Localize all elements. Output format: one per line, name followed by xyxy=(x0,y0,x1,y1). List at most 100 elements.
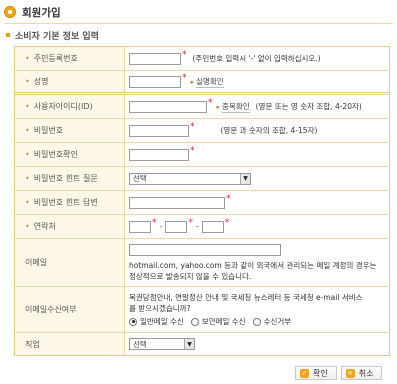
rrn-hint: (주민번호 입력시 '-' 없이 입력하십시오.) xyxy=(192,54,321,63)
name-label-text: 성명 xyxy=(33,77,49,86)
email-subscribe-options: 일반메일 수신 보안메일 수신 수신거부 xyxy=(129,316,298,327)
row-user-id: • 사용자아이디(ID) * ▸ 중복확인 (영문 또는 영 숫자 조합, 4-20… xyxy=(15,95,389,119)
radio-general-mail-label: 일반메일 수신 xyxy=(140,317,184,326)
password-confirm-input[interactable] xyxy=(129,148,189,161)
name-input[interactable] xyxy=(129,75,181,88)
row-password-confirm: • 비밀번호확인 * xyxy=(15,143,389,167)
password-input[interactable] xyxy=(129,124,189,137)
phone-input-3[interactable] xyxy=(201,220,224,233)
job-select[interactable]: 선택 ▼ xyxy=(129,338,195,350)
hint-question-selected: 선택 xyxy=(133,174,147,183)
label-bullet: • xyxy=(25,222,30,231)
radio-general-mail[interactable]: 일반메일 수신 xyxy=(129,316,184,327)
hint-answer-label-text: 비밀번호 힌트 답변 xyxy=(33,198,98,207)
required-mark: * xyxy=(152,217,157,228)
email-note-line1: hotmail.com, yahoo.com 등과 같이 외국에서 관리되는 메… xyxy=(129,260,377,270)
row-email-subscribe: 이메일수신여부 복권당첨안내, 연말정산 안내 및 국세청 뉴스레터 등 국세청… xyxy=(15,287,389,333)
row-phone: • 연락처 * - * - * xyxy=(15,215,389,239)
password-label-text: 비밀번호 xyxy=(33,126,64,135)
check-icon: ✓ xyxy=(300,368,309,378)
user-id-hint: (영문 또는 영 숫자 조합, 4-20자) xyxy=(255,102,362,111)
name-label: • 성명 xyxy=(15,71,125,92)
required-mark: * xyxy=(224,217,230,228)
rrn-label: • 주민등록번호 xyxy=(15,47,125,70)
page-title: 회원가입 xyxy=(22,6,61,19)
circle-bullet-icon xyxy=(4,6,16,18)
required-mark: * xyxy=(182,72,187,83)
email-subscribe-label-text: 이메일수신여부 xyxy=(25,305,77,314)
required-mark: * xyxy=(182,49,187,60)
radio-secure-mail[interactable]: 보안메일 수신 xyxy=(190,316,246,327)
email-label: 이메일 xyxy=(15,239,125,286)
email-subscribe-label: 이메일수신여부 xyxy=(15,287,125,332)
form-actions: ✓ 확인 × 취소 xyxy=(295,366,386,380)
row-hint-answer: • 비밀번호 힌트 답변 * xyxy=(15,191,389,215)
password-hint: (영문 과 숫자의 조합, 4-15자) xyxy=(220,126,318,135)
rrn-input[interactable] xyxy=(129,52,181,65)
confirm-button[interactable]: ✓ 확인 xyxy=(295,366,337,380)
rrn-label-text: 주민등록번호 xyxy=(33,54,78,63)
password-label: • 비밀번호 xyxy=(15,119,125,142)
signup-form: • 주민등록번호 * (주민번호 입력시 '-' 없이 입력하십시오.) • 성명 … xyxy=(14,46,390,356)
square-bullet-icon xyxy=(6,33,10,37)
row-hint-question: • 비밀번호 힌트 질문 선택 ▼ xyxy=(15,167,389,191)
check-duplicate-button-label: 중복확인 xyxy=(222,101,250,113)
user-id-label: • 사용자아이디(ID) xyxy=(15,95,125,118)
hint-answer-input[interactable] xyxy=(129,196,225,209)
row-password: • 비밀번호 * (영문 과 숫자의 조합, 4-15자) xyxy=(15,119,389,143)
required-mark: * xyxy=(190,145,195,156)
row-email: 이메일 hotmail.com, yahoo.com 등과 같이 외국에서 관리… xyxy=(15,239,389,287)
user-id-label-text: 사용자아이디(ID) xyxy=(33,102,93,111)
email-subscribe-note-line2: 를 받으시겠습니까? xyxy=(129,304,191,313)
label-bullet: • xyxy=(25,54,30,63)
password-confirm-label: • 비밀번호확인 xyxy=(15,143,125,166)
hint-question-label-text: 비밀번호 힌트 질문 xyxy=(33,174,98,183)
radio-secure-mail-label: 보안메일 수신 xyxy=(201,317,246,326)
cancel-button-label: 취소 xyxy=(358,368,374,378)
section-title: 소비자 기본 정보 입력 xyxy=(15,31,99,42)
row-name: • 성명 * ▸ 실명확인 xyxy=(15,71,389,95)
job-label: 직업 xyxy=(15,333,125,355)
radio-unchecked-icon xyxy=(190,317,199,326)
user-id-input[interactable] xyxy=(129,100,207,113)
close-icon: × xyxy=(345,368,355,378)
phone-separator: - xyxy=(159,222,163,231)
phone-label: • 연락처 xyxy=(15,215,125,238)
verify-name-button-label: 실명확인 xyxy=(196,76,224,88)
confirm-button-label: 확인 xyxy=(313,368,328,378)
title-divider xyxy=(4,23,393,24)
radio-checked-icon xyxy=(129,317,137,326)
verify-name-button[interactable]: ▸ 실명확인 xyxy=(191,76,224,88)
row-job: 직업 선택 ▼ xyxy=(15,333,389,355)
email-input[interactable] xyxy=(129,243,281,256)
cancel-button[interactable]: × 취소 xyxy=(340,366,383,380)
hint-question-label: • 비밀번호 힌트 질문 xyxy=(15,167,125,190)
label-bullet: • xyxy=(25,77,30,86)
label-bullet: • xyxy=(25,150,30,159)
required-mark: * xyxy=(190,121,195,132)
label-bullet: • xyxy=(25,174,30,183)
label-bullet: • xyxy=(25,102,30,111)
hint-question-select[interactable]: 선택 ▼ xyxy=(129,172,251,185)
required-mark: * xyxy=(208,97,213,108)
check-duplicate-button[interactable]: ▸ 중복확인 xyxy=(217,101,250,113)
email-label-text: 이메일 xyxy=(25,258,48,267)
radio-decline-label: 수신거부 xyxy=(263,317,292,326)
row-rrn: • 주민등록번호 * (주민번호 입력시 '-' 없이 입력하십시오.) xyxy=(15,47,389,71)
arrow-right-icon: ▸ xyxy=(190,77,195,86)
hint-answer-label: • 비밀번호 힌트 답변 xyxy=(15,191,125,214)
section-header: 소비자 기본 정보 입력 xyxy=(6,29,99,42)
email-note-line2: 정상적으로 발송되지 않을 수 있습니다. xyxy=(129,271,252,281)
radio-unchecked-icon xyxy=(252,317,261,326)
job-selected: 선택 xyxy=(133,339,147,349)
phone-input-1[interactable] xyxy=(129,220,151,233)
phone-input-2[interactable] xyxy=(165,220,188,233)
required-mark: * xyxy=(226,193,231,204)
chevron-down-icon: ▼ xyxy=(240,173,250,184)
page-header: 회원가입 xyxy=(4,3,61,21)
radio-decline[interactable]: 수신거부 xyxy=(252,316,292,327)
job-label-text: 직업 xyxy=(25,339,40,349)
phone-label-text: 연락처 xyxy=(33,222,56,231)
password-confirm-label-text: 비밀번호확인 xyxy=(33,150,78,159)
label-bullet: • xyxy=(25,198,30,207)
